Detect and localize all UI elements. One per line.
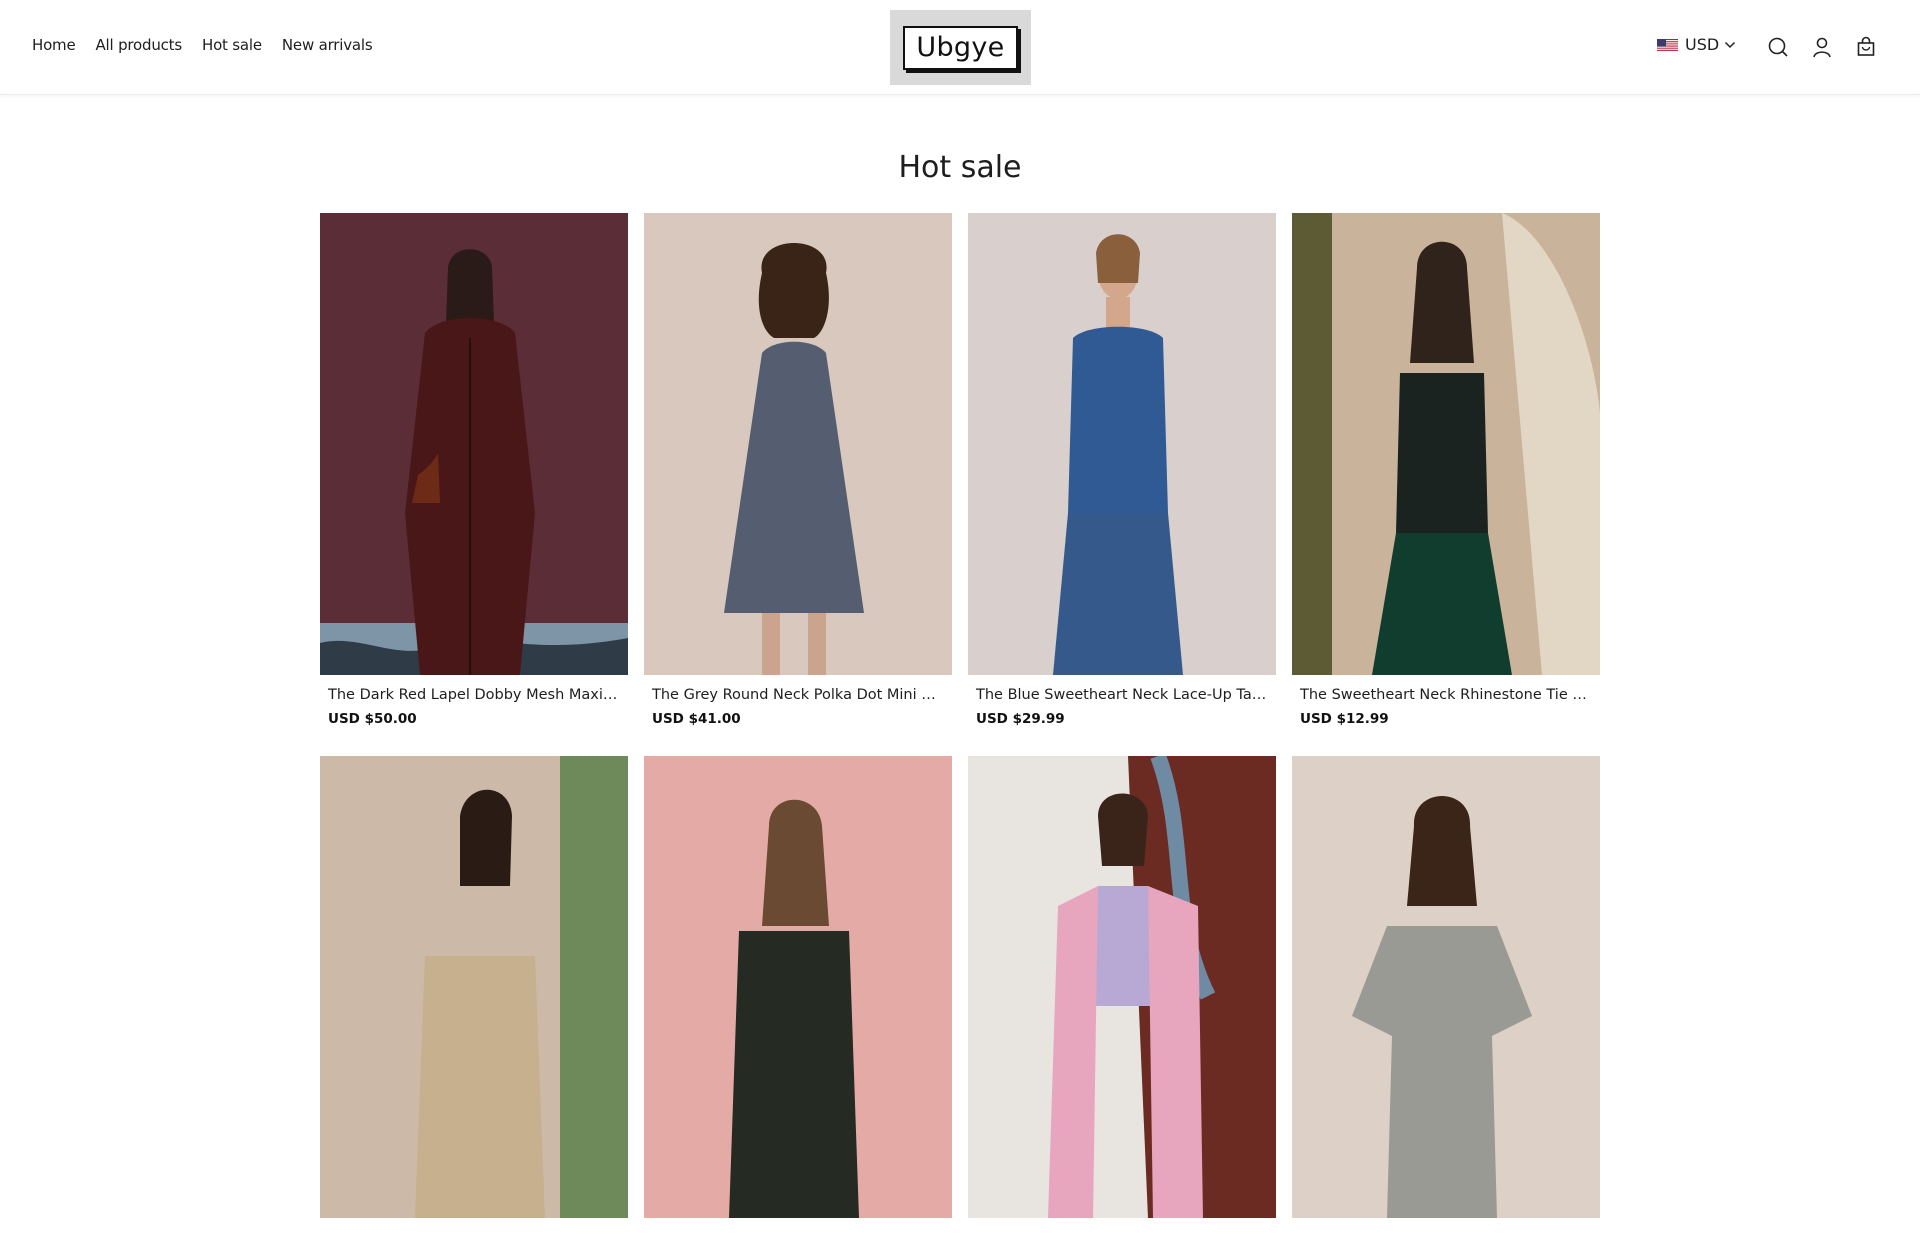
product-image[interactable] [644, 213, 952, 675]
nav-home[interactable]: Home [32, 36, 76, 54]
site-logo[interactable]: Ubgye [890, 10, 1031, 85]
product-card[interactable] [1292, 756, 1600, 1238]
product-image[interactable] [968, 756, 1276, 1218]
product-title[interactable]: The Dark Red Lapel Dobby Mesh Maxi D... [320, 687, 620, 703]
nav-all-products[interactable]: All products [96, 36, 183, 54]
product-image[interactable] [320, 756, 628, 1218]
nav-new-arrivals[interactable]: New arrivals [282, 36, 373, 54]
product-price: USD $50.00 [328, 711, 417, 727]
product-image[interactable] [320, 213, 628, 675]
product-card[interactable]: The Blue Sweetheart Neck Lace-Up Tan... … [968, 213, 1276, 727]
product-image[interactable] [1292, 756, 1600, 1218]
product-card[interactable]: The Grey Round Neck Polka Dot Mini Dr...… [644, 213, 952, 727]
product-image[interactable] [644, 756, 952, 1218]
product-title[interactable]: The Grey Round Neck Polka Dot Mini Dr... [644, 687, 944, 703]
logo-text: Ubgye [903, 25, 1018, 70]
currency-label: USD [1685, 35, 1720, 54]
account-icon[interactable] [1811, 36, 1833, 58]
us-flag-icon [1657, 38, 1678, 52]
product-price: USD $29.99 [976, 711, 1065, 727]
cart-icon[interactable] [1855, 36, 1877, 58]
search-icon[interactable] [1767, 36, 1789, 58]
site-header: Home All products Hot sale New arrivals … [0, 0, 1920, 95]
product-image[interactable] [968, 213, 1276, 675]
product-card[interactable] [320, 756, 628, 1238]
product-price: USD $12.99 [1300, 711, 1389, 727]
product-card[interactable] [644, 756, 952, 1238]
page-title: Hot sale [898, 150, 1022, 185]
product-card[interactable] [968, 756, 1276, 1238]
product-price: USD $41.00 [652, 711, 741, 727]
product-title[interactable]: The Blue Sweetheart Neck Lace-Up Tan... [968, 687, 1268, 703]
nav-hot-sale[interactable]: Hot sale [202, 36, 262, 54]
main-nav: Home All products Hot sale New arrivals [32, 36, 392, 54]
product-title[interactable]: The Sweetheart Neck Rhinestone Tie Str..… [1292, 687, 1592, 703]
product-image[interactable] [1292, 213, 1600, 675]
chevron-down-icon [1724, 35, 1736, 54]
product-card[interactable]: The Sweetheart Neck Rhinestone Tie Str..… [1292, 213, 1600, 727]
currency-selector[interactable]: USD [1657, 35, 1736, 54]
product-card[interactable]: The Dark Red Lapel Dobby Mesh Maxi D... … [320, 213, 628, 727]
